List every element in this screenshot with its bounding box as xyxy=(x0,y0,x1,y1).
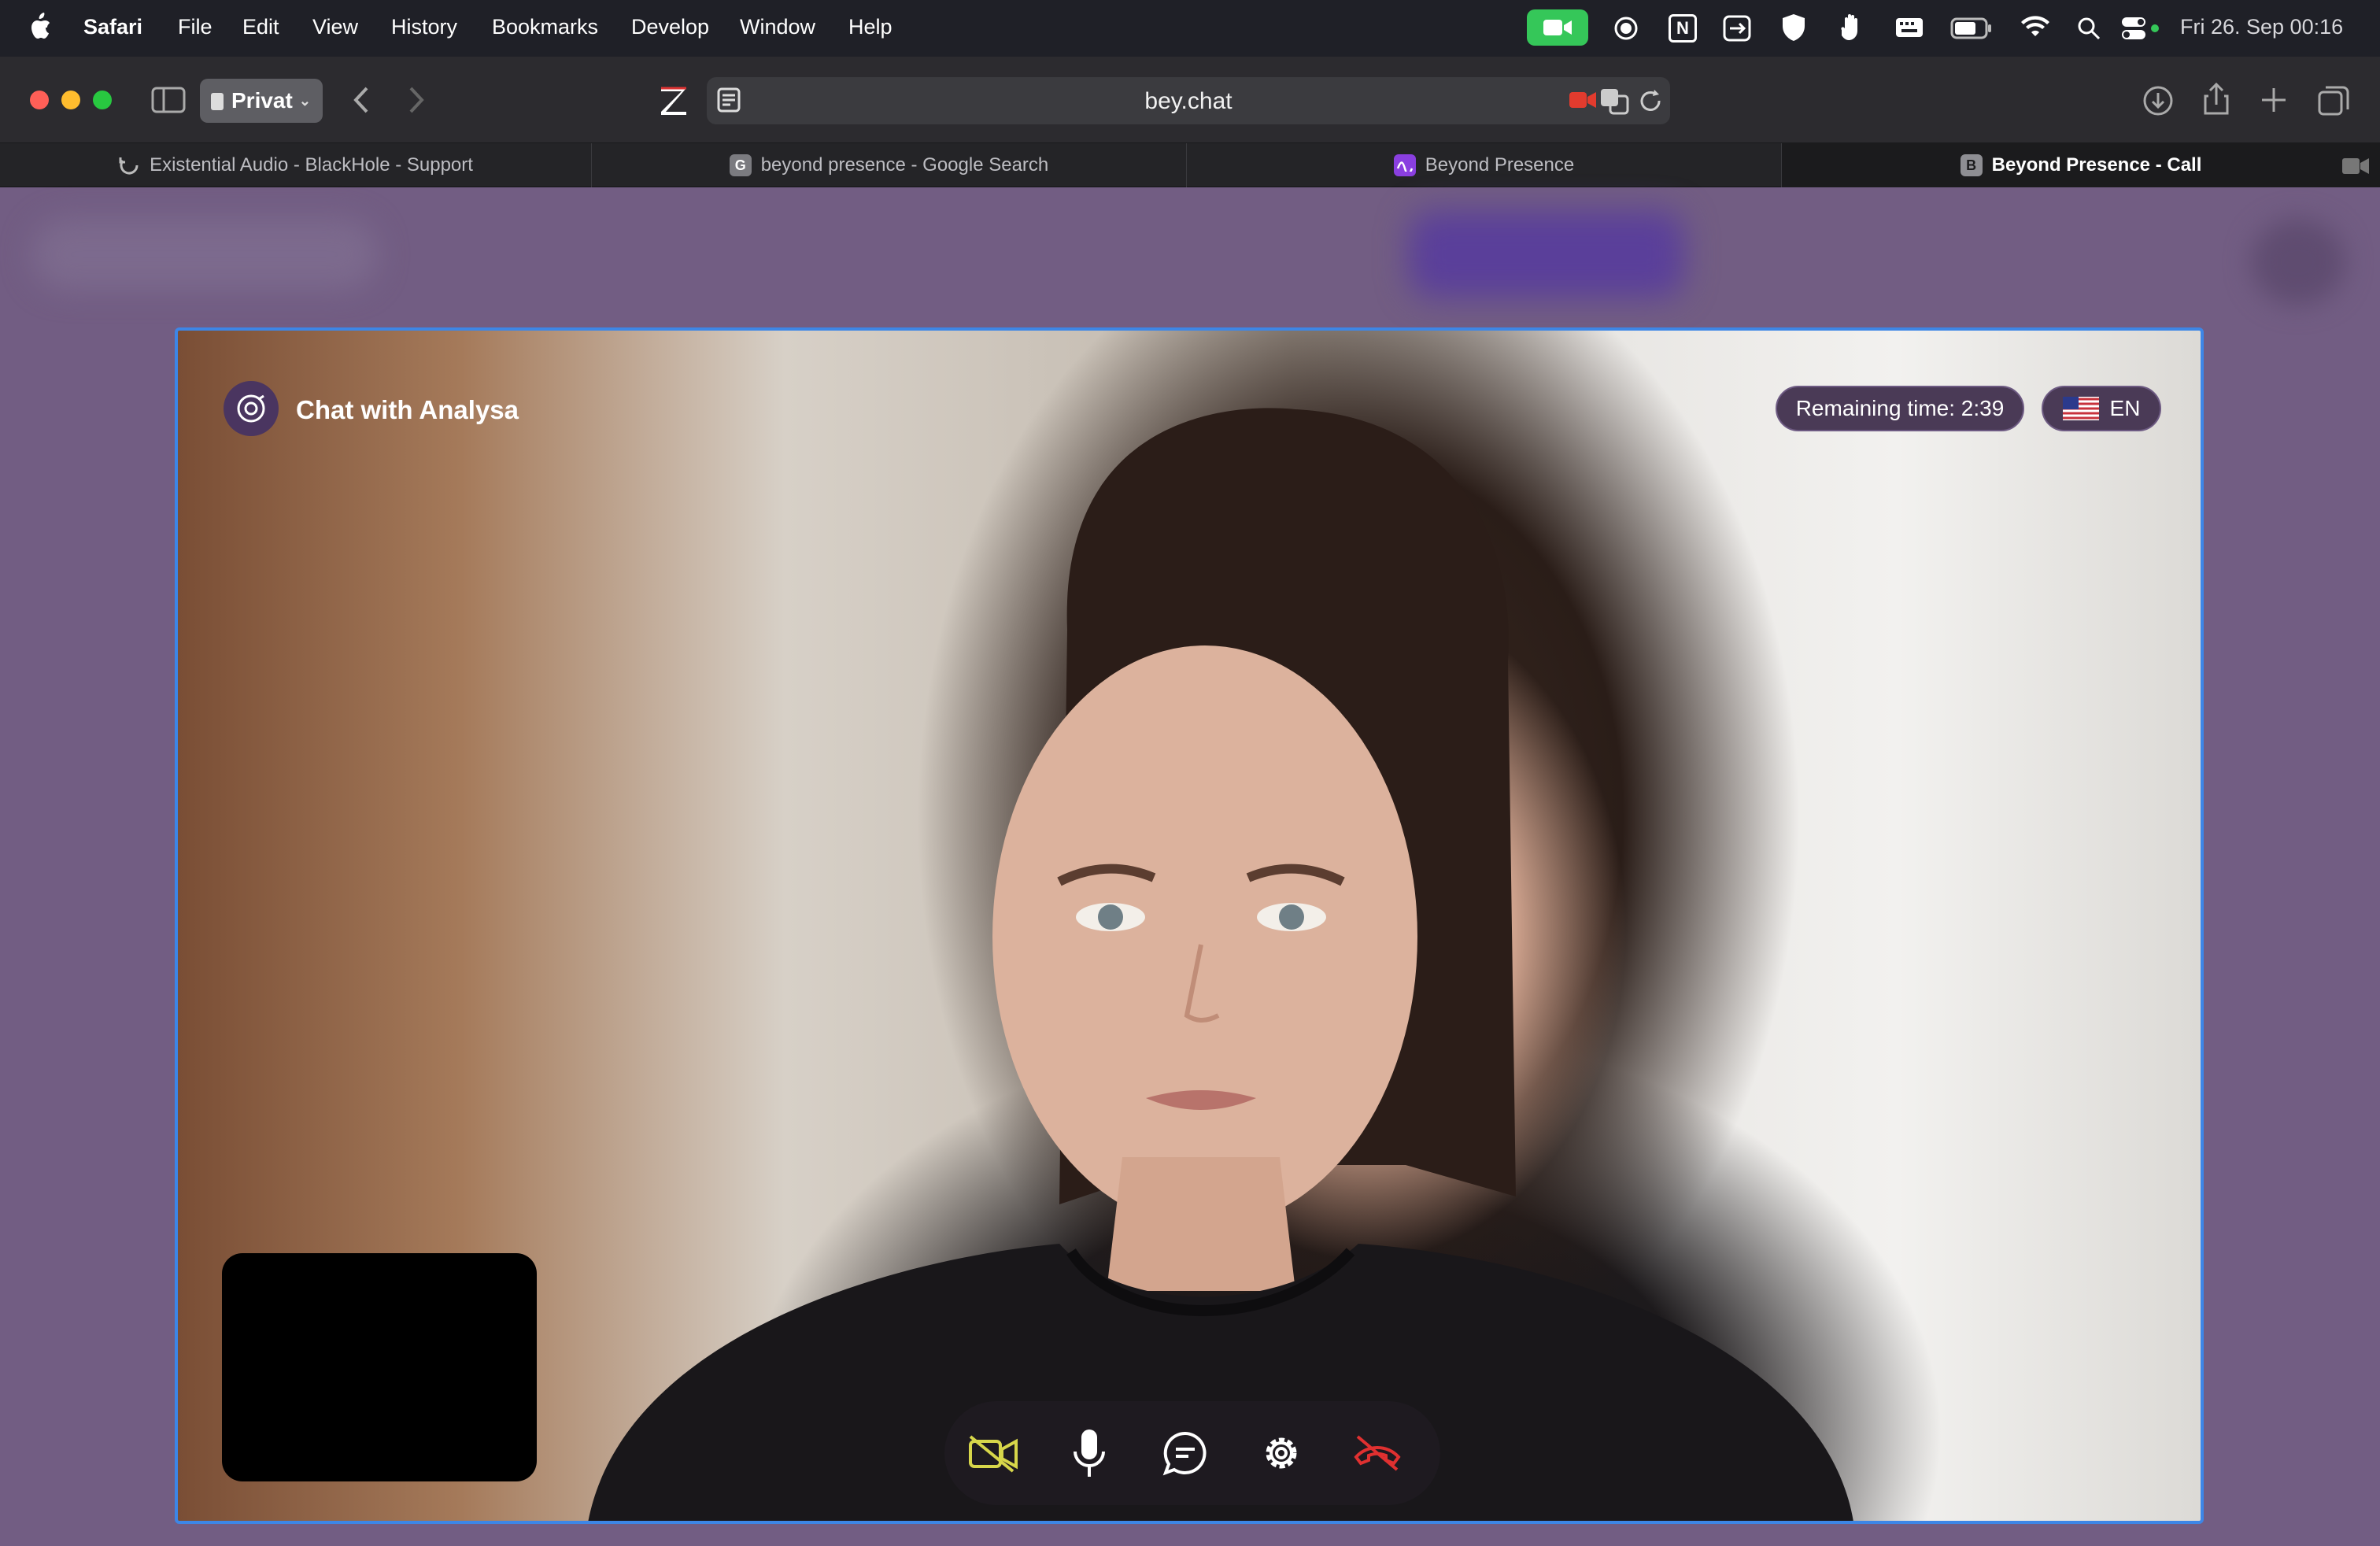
profile-private-button[interactable]: Privat ⌄ xyxy=(200,79,323,123)
tab-blackhole-support[interactable]: Existential Audio - BlackHole - Support xyxy=(0,143,592,187)
beyond-presence-favicon xyxy=(1393,154,1416,176)
private-hand-icon xyxy=(209,90,225,112)
screen-record-icon[interactable] xyxy=(1613,16,1639,41)
camera-off-icon xyxy=(967,1433,1019,1473)
forward-chevron-icon[interactable] xyxy=(405,85,428,115)
chevron-down-icon: ⌄ xyxy=(298,92,311,109)
zotero-extension-icon[interactable] xyxy=(658,83,689,118)
close-window-icon[interactable] xyxy=(30,91,49,109)
battery-icon[interactable] xyxy=(1950,17,1993,39)
menu-edit[interactable]: Edit xyxy=(242,15,279,39)
hang-up-phone-icon xyxy=(1351,1433,1403,1473)
microphone-icon xyxy=(1072,1428,1107,1478)
tab-beyond-presence-call[interactable]: B Beyond Presence - Call xyxy=(1782,143,2380,187)
url-text: bey.chat xyxy=(1144,88,1232,114)
chat-button[interactable] xyxy=(1146,1414,1225,1492)
menu-develop[interactable]: Develop xyxy=(631,15,709,39)
spotlight-search-icon[interactable] xyxy=(2076,16,2101,41)
blurred-header-left xyxy=(31,219,378,290)
wifi-icon[interactable] xyxy=(2020,14,2051,39)
tab-google-search[interactable]: G beyond presence - Google Search xyxy=(592,143,1187,187)
tab-label: Beyond Presence - Call xyxy=(1991,154,2202,176)
apple-icon[interactable] xyxy=(28,13,52,41)
address-bar[interactable]: bey.chat xyxy=(707,77,1670,124)
agent-avatar-icon xyxy=(224,381,279,436)
camera-toggle-button[interactable] xyxy=(954,1414,1033,1492)
loading-icon xyxy=(118,154,140,176)
menu-help[interactable]: Help xyxy=(848,15,893,39)
gear-icon xyxy=(1258,1429,1305,1477)
zoom-window-icon[interactable] xyxy=(93,91,112,109)
tab-bar: Existential Audio - BlackHole - Support … xyxy=(0,143,2380,187)
remaining-time-text: Remaining time: 2:39 xyxy=(1795,396,2005,420)
profile-label: Privat xyxy=(231,88,293,113)
sidebar-toggle-icon[interactable] xyxy=(151,87,186,113)
menu-bookmarks[interactable]: Bookmarks xyxy=(492,15,598,39)
end-call-button[interactable] xyxy=(1338,1414,1417,1492)
blurred-avatar xyxy=(2251,219,2345,305)
keyboard-icon[interactable] xyxy=(1895,17,1924,38)
chat-bubble-icon xyxy=(1162,1430,1208,1476)
language-label: EN xyxy=(2109,396,2141,420)
camera-in-use-icon[interactable] xyxy=(1568,88,1598,112)
reload-icon[interactable] xyxy=(1637,87,1664,115)
tab-beyond-presence[interactable]: Beyond Presence xyxy=(1187,143,1782,187)
menu-history[interactable]: History xyxy=(391,15,457,39)
shield-icon[interactable] xyxy=(1780,13,1807,43)
new-tab-plus-icon[interactable] xyxy=(2259,85,2289,115)
microphone-button[interactable] xyxy=(1050,1414,1129,1492)
notion-icon[interactable]: N xyxy=(1669,14,1697,43)
beyond-presence-call-favicon: B xyxy=(1960,154,1983,176)
share-icon[interactable] xyxy=(2202,82,2230,117)
tab-camera-icon xyxy=(2341,156,2371,176)
settings-button[interactable] xyxy=(1242,1414,1321,1492)
window-switcher-icon[interactable] xyxy=(1722,14,1752,43)
tab-label: Existential Audio - BlackHole - Support xyxy=(150,154,473,176)
menu-file[interactable]: File xyxy=(178,15,213,39)
translate-icon[interactable] xyxy=(1599,87,1631,115)
facetime-video-icon[interactable] xyxy=(1527,9,1588,46)
tab-label: beyond presence - Google Search xyxy=(760,154,1049,176)
menu-window[interactable]: Window xyxy=(740,15,815,39)
menu-view[interactable]: View xyxy=(312,15,358,39)
downloads-icon[interactable] xyxy=(2142,85,2174,117)
tab-label: Beyond Presence xyxy=(1425,154,1575,176)
google-favicon: G xyxy=(729,154,752,176)
minimize-window-icon[interactable] xyxy=(61,91,80,109)
back-chevron-icon[interactable] xyxy=(349,85,373,115)
control-center-icon[interactable] xyxy=(2120,16,2161,41)
remaining-time-badge: Remaining time: 2:39 xyxy=(1776,386,2024,431)
blurred-header-button xyxy=(1409,211,1684,298)
video-call-panel: Chat with Analysa Remaining time: 2:39 E… xyxy=(175,327,2204,1524)
call-title: Chat with Analysa xyxy=(296,395,519,424)
menu-app-safari[interactable]: Safari xyxy=(83,15,142,39)
tab-overview-icon[interactable] xyxy=(2317,85,2350,117)
menu-bar: Safari File Edit View History Bookmarks … xyxy=(0,0,2380,57)
menu-clock[interactable]: Fri 26. Sep 00:16 xyxy=(2180,15,2343,39)
language-selector[interactable]: EN xyxy=(2042,386,2161,431)
self-view-preview[interactable] xyxy=(222,1253,537,1481)
us-flag-icon xyxy=(2062,397,2099,420)
hand-icon[interactable] xyxy=(1839,13,1865,43)
